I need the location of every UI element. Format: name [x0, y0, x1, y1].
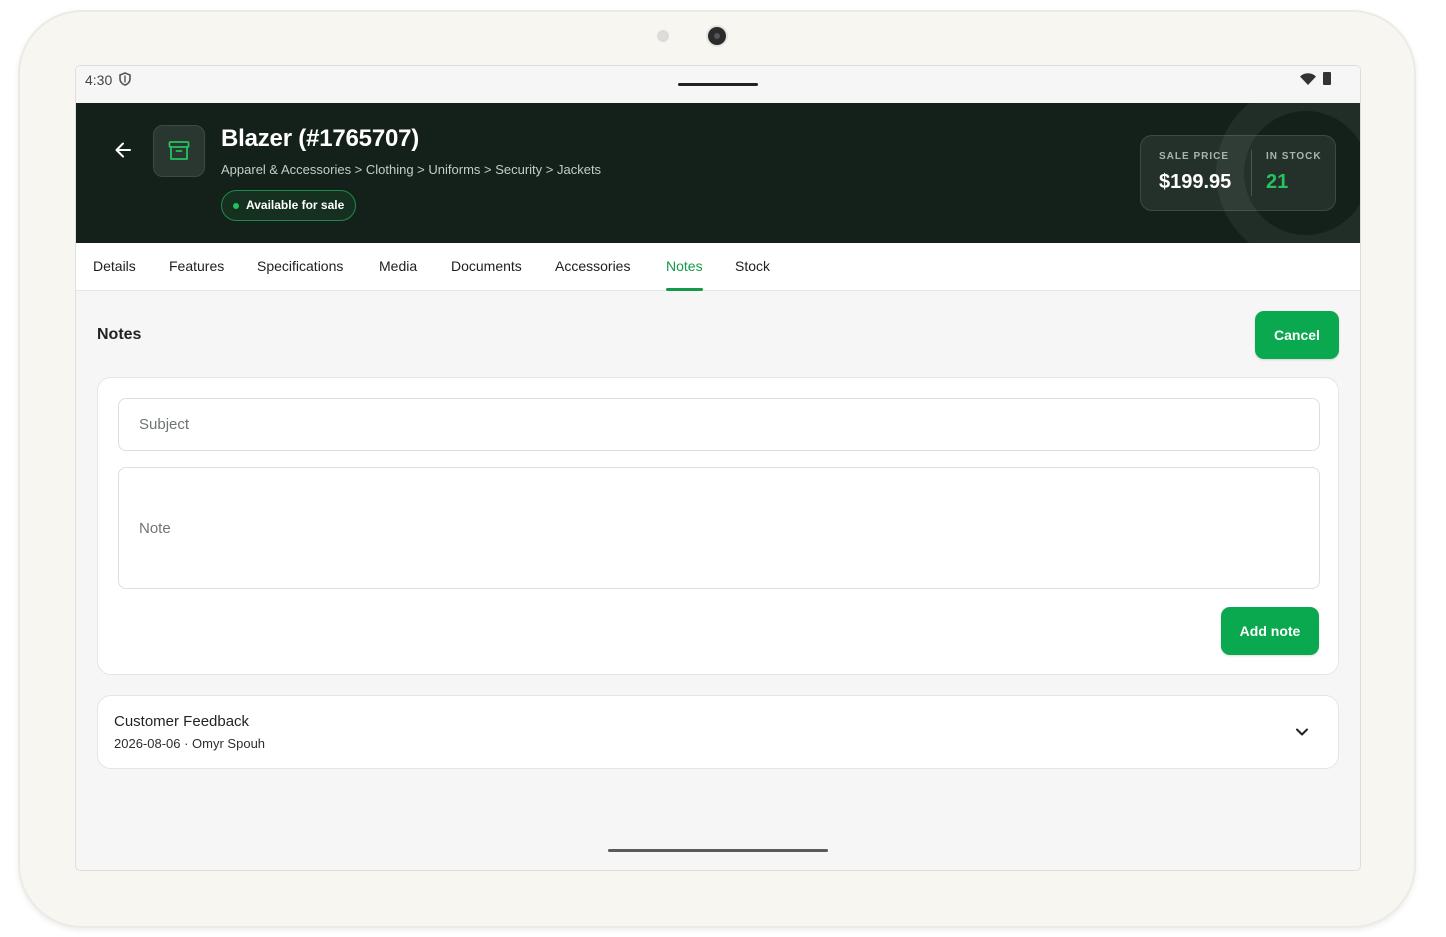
tab-notes[interactable]: Notes	[666, 243, 703, 291]
app-screen: 4:30 Blazer (#1765707) Apparel & Accesso…	[76, 66, 1360, 870]
status-badge-label: Available for sale	[246, 198, 345, 212]
sale-price-label: SALE PRICE	[1159, 151, 1230, 162]
note-placeholder: Note	[139, 520, 171, 537]
note-meta: 2026-08-06 · Omyr Spouh	[114, 736, 266, 751]
section-title: Notes	[97, 326, 142, 343]
subject-input[interactable]: Subject	[118, 398, 1320, 451]
stats-divider	[1251, 150, 1252, 196]
note-form: Subject Note Add note	[97, 377, 1339, 675]
product-header: Blazer (#1765707) Apparel & Accessories …	[76, 103, 1360, 243]
back-button[interactable]	[108, 135, 138, 165]
status-bar: 4:30	[76, 66, 1360, 103]
tab-bar: Details Features Specifications Media Do…	[76, 243, 1360, 291]
tab-media[interactable]: Media	[379, 243, 417, 291]
chevron-down-icon[interactable]	[1294, 724, 1310, 740]
note-textarea[interactable]: Note	[118, 467, 1320, 589]
home-indicator[interactable]	[608, 849, 828, 852]
cancel-button[interactable]: Cancel	[1255, 311, 1339, 359]
note-subject: Customer Feedback	[114, 713, 250, 730]
archive-box-icon	[168, 141, 190, 160]
in-stock-value: 21	[1266, 171, 1289, 193]
tab-accessories[interactable]: Accessories	[555, 243, 630, 291]
front-camera	[708, 27, 726, 45]
status-time: 4:30	[85, 72, 113, 88]
product-title: Blazer (#1765707)	[221, 125, 420, 152]
tab-features[interactable]: Features	[169, 243, 224, 291]
light-sensor	[657, 30, 669, 42]
tab-stock[interactable]: Stock	[735, 243, 770, 291]
shield-icon	[119, 72, 131, 86]
tab-specifications[interactable]: Specifications	[257, 243, 343, 291]
top-handle	[678, 83, 758, 86]
add-note-button[interactable]: Add note	[1221, 607, 1319, 655]
breadcrumb: Apparel & Accessories > Clothing > Unifo…	[221, 162, 602, 177]
status-badge: Available for sale	[221, 190, 357, 221]
subject-placeholder: Subject	[139, 416, 190, 433]
list-item[interactable]: Customer Feedback 2026-08-06 · Omyr Spou…	[97, 695, 1339, 769]
in-stock-label: IN STOCK	[1266, 151, 1322, 162]
back-arrow-icon	[115, 142, 131, 158]
tab-documents[interactable]: Documents	[451, 243, 522, 291]
stats-card: SALE PRICE $199.95 IN STOCK 21	[1140, 135, 1336, 211]
wifi-icon	[1300, 73, 1316, 85]
status-dot	[233, 203, 239, 209]
product-thumbnail	[153, 125, 205, 177]
tab-details[interactable]: Details	[93, 243, 136, 291]
sale-price-value: $199.95	[1159, 171, 1232, 193]
battery-icon	[1323, 72, 1331, 85]
